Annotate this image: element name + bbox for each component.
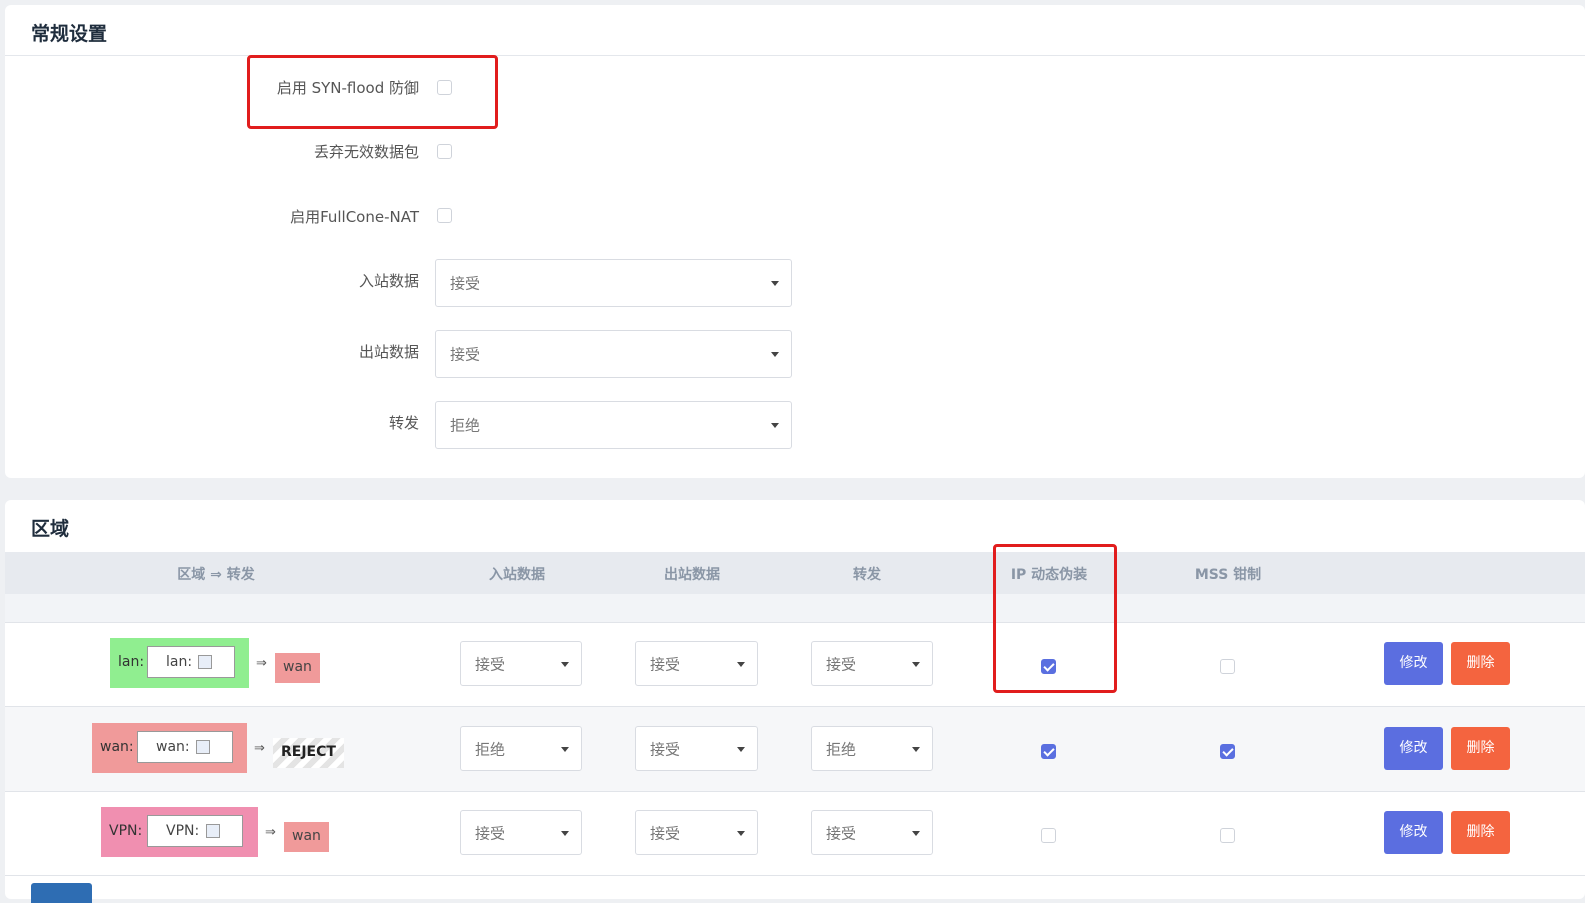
select-value: 接受: [650, 740, 681, 758]
network-icon: [196, 740, 210, 754]
zone-forward-select[interactable]: 拒绝: [811, 726, 933, 771]
zone-network-box: wan:: [137, 731, 233, 763]
mss-clamping-checkbox[interactable]: [1220, 828, 1235, 843]
chevron-down-icon: [771, 281, 779, 286]
zone-badge-lan: lan: lan:: [110, 638, 249, 688]
add-button[interactable]: [31, 883, 92, 903]
zone-network-box: VPN:: [147, 815, 243, 847]
col-forward: 转发: [853, 567, 881, 583]
drop-invalid-checkbox[interactable]: [437, 144, 452, 159]
chevron-down-icon: [561, 746, 569, 752]
zones-card: 区域 区域 ⇒ 转发 入站数据 出站数据 转发 IP 动态伪装 MSS 钳制 l…: [5, 500, 1585, 899]
zone-input-select[interactable]: 接受: [460, 641, 582, 686]
syn-flood-label: 启用 SYN-flood 防御: [276, 79, 419, 97]
output-policy-value: 接受: [450, 345, 481, 364]
zone-badge-wan: wan: wan:: [92, 723, 247, 773]
drop-invalid-label: 丢弃无效数据包: [313, 143, 419, 161]
col-zone-forward: 区域 ⇒ 转发: [177, 567, 255, 583]
mss-clamping-checkbox[interactable]: [1220, 659, 1235, 674]
zone-name: wan:: [100, 739, 134, 755]
masquerading-checkbox[interactable]: [1041, 828, 1056, 843]
table-row: wan: wan: ⇒ REJECT 拒绝 接受 拒绝 修改 删除: [5, 707, 1585, 792]
forward-policy-label: 转发: [388, 414, 419, 432]
zone-forward-select[interactable]: 接受: [811, 810, 933, 855]
chevron-down-icon: [771, 352, 779, 357]
zone-forward-select[interactable]: 接受: [811, 641, 933, 686]
edit-button[interactable]: 修改: [1384, 642, 1443, 685]
general-settings-card: 常规设置 启用 SYN-flood 防御 丢弃无效数据包 启用FullCone-…: [5, 5, 1585, 478]
delete-button[interactable]: 删除: [1451, 642, 1510, 685]
select-value: 接受: [650, 824, 681, 842]
network-name: lan:: [166, 654, 193, 670]
col-input: 入站数据: [489, 567, 545, 583]
input-policy-label: 入站数据: [358, 272, 419, 290]
col-output: 出站数据: [664, 567, 720, 583]
chevron-down-icon: [771, 423, 779, 428]
delete-button[interactable]: 删除: [1451, 727, 1510, 770]
select-value: 拒绝: [475, 740, 506, 758]
input-policy-select[interactable]: 接受: [435, 259, 792, 307]
mss-clamping-checkbox[interactable]: [1220, 744, 1235, 759]
zone-badge-vpn: VPN: VPN:: [101, 807, 258, 857]
network-icon: [206, 824, 220, 838]
zone-input-select[interactable]: 接受: [460, 810, 582, 855]
fullcone-nat-checkbox[interactable]: [437, 208, 452, 223]
forward-arrow: ⇒: [254, 741, 265, 756]
zones-table-subheader: [5, 594, 1585, 623]
table-row: VPN: VPN: ⇒ wan 接受 接受 接受 修改 删除: [5, 791, 1585, 876]
chevron-down-icon: [737, 661, 745, 667]
select-value: 接受: [650, 655, 681, 673]
select-value: 接受: [475, 655, 506, 673]
edit-button[interactable]: 修改: [1384, 727, 1443, 770]
select-value: 接受: [475, 824, 506, 842]
syn-flood-checkbox[interactable]: [437, 80, 452, 95]
select-value: 接受: [826, 824, 857, 842]
forward-dest-wan: wan: [284, 822, 329, 852]
masquerading-checkbox[interactable]: [1041, 659, 1056, 674]
network-icon: [198, 655, 212, 669]
title-divider: [5, 55, 1585, 56]
output-policy-label: 出站数据: [358, 343, 419, 361]
select-value: 拒绝: [826, 740, 857, 758]
masquerading-checkbox[interactable]: [1041, 744, 1056, 759]
zone-input-select[interactable]: 拒绝: [460, 726, 582, 771]
zone-output-select[interactable]: 接受: [635, 810, 758, 855]
col-mss-clamping: MSS 钳制: [1194, 567, 1262, 583]
forward-arrow: ⇒: [256, 656, 267, 671]
chevron-down-icon: [561, 830, 569, 836]
zone-name: lan:: [118, 654, 145, 670]
fullcone-nat-label: 启用FullCone-NAT: [290, 208, 419, 226]
general-settings-title: 常规设置: [31, 23, 108, 45]
zones-title: 区域: [31, 518, 70, 540]
table-row: lan: lan: ⇒ wan 接受 接受 接受 修改 删除: [5, 622, 1585, 707]
chevron-down-icon: [561, 661, 569, 667]
delete-button[interactable]: 删除: [1451, 811, 1510, 854]
output-policy-select[interactable]: 接受: [435, 330, 792, 378]
network-name: VPN:: [166, 823, 200, 839]
select-value: 接受: [826, 655, 857, 673]
zone-output-select[interactable]: 接受: [635, 726, 758, 771]
forward-dest-wan: wan: [275, 653, 320, 683]
forward-dest-reject: REJECT: [273, 738, 344, 768]
network-name: wan:: [156, 739, 190, 755]
forward-policy-value: 拒绝: [450, 416, 481, 435]
edit-button[interactable]: 修改: [1384, 811, 1443, 854]
col-masquerading: IP 动态伪装: [1010, 567, 1088, 583]
chevron-down-icon: [912, 830, 920, 836]
forward-policy-select[interactable]: 拒绝: [435, 401, 792, 449]
zone-network-box: lan:: [147, 646, 235, 678]
input-policy-value: 接受: [450, 274, 481, 293]
chevron-down-icon: [737, 830, 745, 836]
zone-name: VPN:: [109, 823, 143, 839]
chevron-down-icon: [912, 661, 920, 667]
zones-table-header: 区域 ⇒ 转发 入站数据 出站数据 转发 IP 动态伪装 MSS 钳制: [5, 552, 1585, 594]
chevron-down-icon: [912, 746, 920, 752]
chevron-down-icon: [737, 746, 745, 752]
zone-output-select[interactable]: 接受: [635, 641, 758, 686]
forward-arrow: ⇒: [265, 825, 276, 840]
